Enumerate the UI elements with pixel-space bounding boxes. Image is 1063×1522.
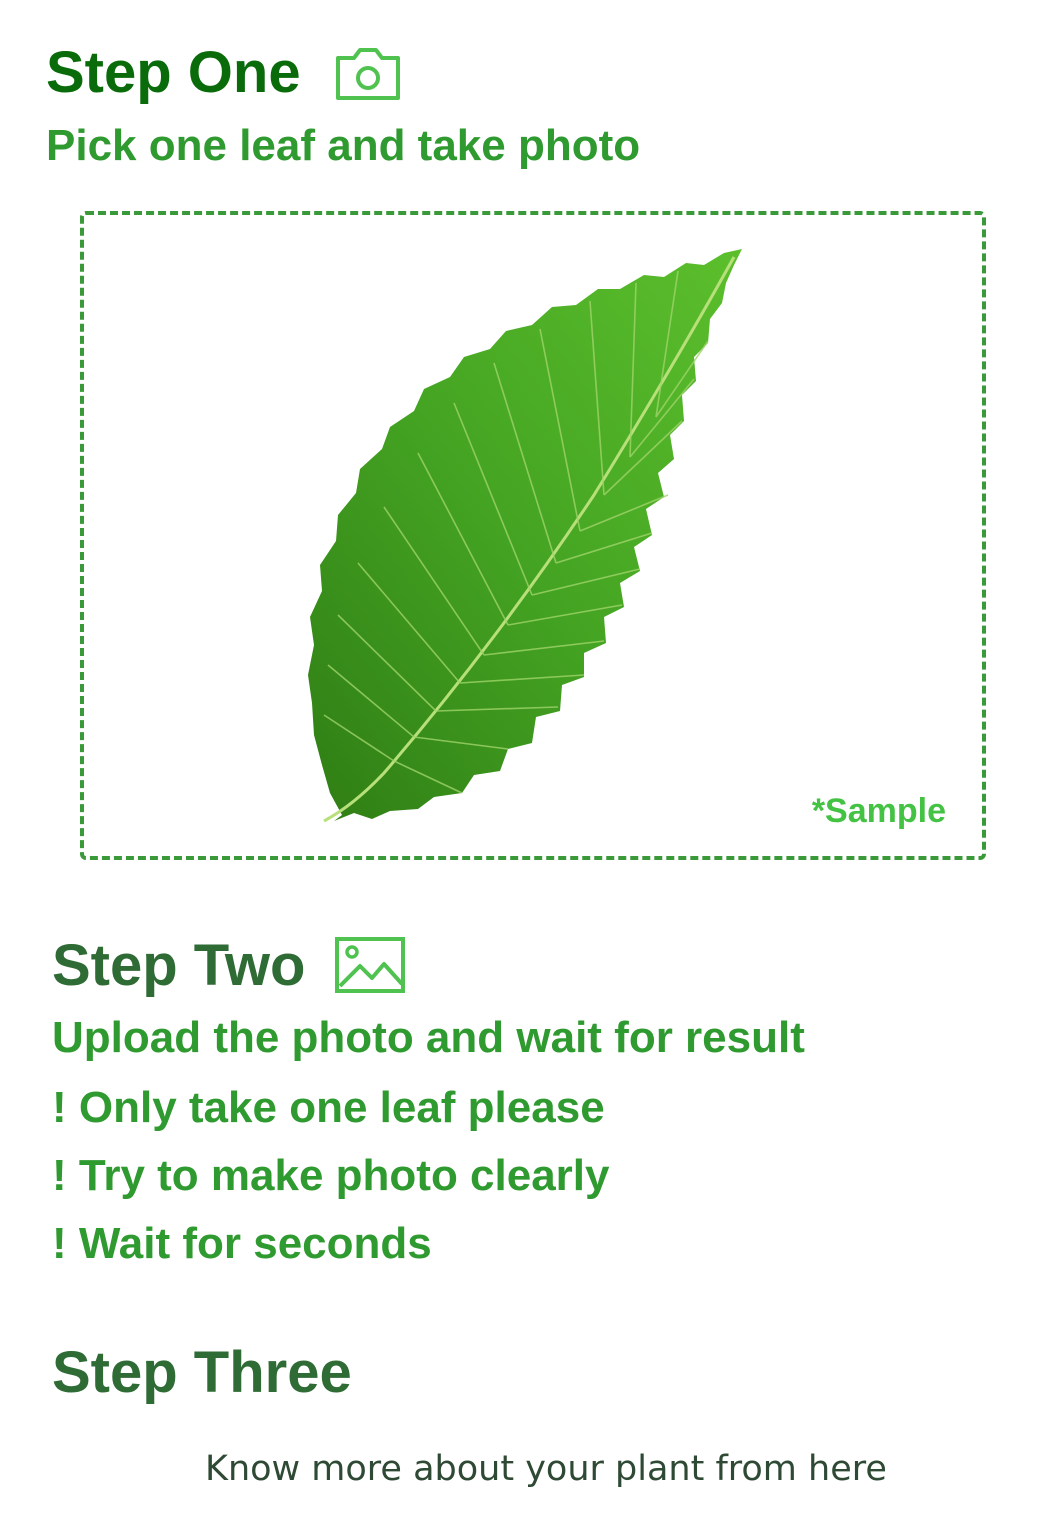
step-three-title: Step Three: [52, 1340, 352, 1405]
step-two-title: Step Two: [52, 933, 306, 998]
leaf-image: [308, 249, 742, 823]
camera-icon[interactable]: [334, 44, 402, 102]
step-one-title: Step One: [46, 40, 301, 105]
tip-item: ! Try to make photo clearly: [52, 1151, 610, 1200]
sample-photo-frame[interactable]: *Sample: [80, 211, 986, 860]
tip-item: ! Only take one leaf please: [52, 1083, 605, 1132]
image-icon[interactable]: [334, 936, 406, 994]
tip-item: ! Wait for seconds: [52, 1219, 432, 1268]
sample-label: *Sample: [811, 792, 946, 830]
step-one-subtitle: Pick one leaf and take photo: [46, 121, 641, 170]
step-two-subtitle: Upload the photo and wait for result: [52, 1013, 805, 1062]
know-more-link[interactable]: Know more about your plant from here: [205, 1452, 887, 1487]
